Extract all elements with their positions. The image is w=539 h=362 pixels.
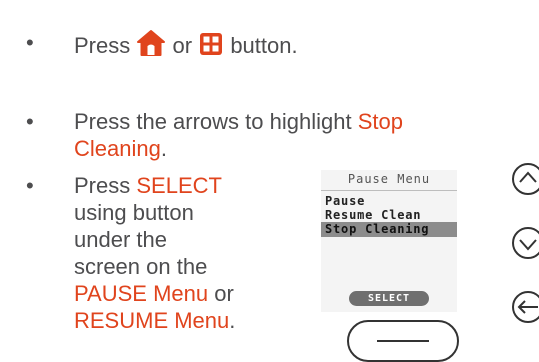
bullet: • — [26, 109, 34, 134]
menu-item-stop-cleaning[interactable]: Stop Cleaning — [321, 222, 457, 237]
down-arrow-button[interactable] — [510, 225, 539, 261]
menu-item-resume-clean[interactable]: Resume Clean — [321, 208, 457, 223]
step-3-pause-menu: PAUSE Menu — [74, 281, 209, 306]
chevron-down-icon — [512, 227, 539, 259]
device-screen: Pause Menu Pause Resume Clean Stop Clean… — [321, 170, 457, 312]
step-2-end: . — [160, 136, 167, 161]
bullet: • — [26, 173, 34, 198]
step-3-end: . — [229, 308, 236, 333]
back-arrow-icon — [512, 291, 539, 323]
up-arrow-button[interactable] — [510, 161, 539, 197]
step-1-or: or — [172, 33, 193, 58]
step-2-text: Press the arrows to highlight Stop Clean… — [74, 108, 524, 162]
step-1-text: Press or button. — [74, 29, 298, 63]
step-3-line2: using button — [74, 200, 194, 225]
step-3-line4: screen on the — [74, 254, 208, 279]
step-3-press: Press — [74, 173, 131, 198]
step-1-press: Press — [74, 33, 131, 58]
step-3-text: Press SELECT using button under the scre… — [74, 172, 314, 334]
back-button[interactable] — [510, 289, 539, 325]
chevron-up-icon — [512, 163, 539, 195]
grid-icon — [198, 31, 224, 63]
menu-item-pause[interactable]: Pause — [321, 194, 457, 209]
step-2-highlight-cleaning: Cleaning — [74, 136, 161, 161]
step-1-button: button. — [230, 33, 298, 58]
home-icon — [136, 29, 166, 63]
step-2-highlight-stop: Stop — [357, 109, 403, 134]
step-3-resume-menu: RESUME Menu — [74, 308, 230, 333]
bullet: • — [26, 30, 34, 55]
step-2-body: Press the arrows to highlight — [74, 109, 352, 134]
select-softkey-label: SELECT — [349, 291, 429, 306]
button-bar — [377, 340, 429, 342]
screen-title: Pause Menu — [347, 172, 431, 186]
select-hardware-button[interactable] — [347, 320, 459, 362]
step-3-or: or — [214, 281, 234, 306]
step-3-line3: under the — [74, 227, 167, 252]
step-3-select: SELECT — [136, 173, 222, 198]
